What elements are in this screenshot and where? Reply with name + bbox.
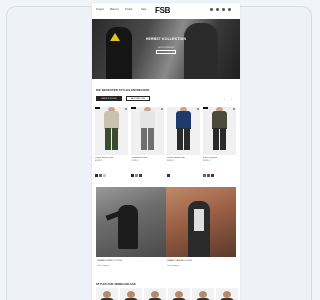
- model-leg: [105, 128, 111, 150]
- color-swatches: [167, 164, 200, 177]
- product-price: 69,95 €: [203, 160, 211, 162]
- model-head: [127, 291, 135, 298]
- product-image[interactable]: [167, 107, 200, 155]
- product-card[interactable]: Karo Overshirt 69,95 €: [203, 107, 236, 177]
- new-in-title: DIE NEUESTEN STYLES ENTDECKEN: [96, 88, 150, 92]
- lookbook-link[interactable]: Jetzt shoppen: [167, 265, 179, 267]
- swatch[interactable]: [167, 174, 170, 177]
- swatch[interactable]: [103, 174, 106, 177]
- hero-banner[interactable]: HERBST KOLLEKTION Jetzt entdecken: [92, 19, 240, 79]
- model-leg: [141, 128, 147, 150]
- model-leg: [220, 128, 226, 150]
- nav-link-kids[interactable]: Kinder: [125, 8, 133, 11]
- product-thumb[interactable]: [168, 288, 190, 300]
- model-head: [199, 291, 207, 298]
- hero-subtitle: Jetzt entdecken: [157, 46, 175, 49]
- product-price: 79,95 €: [131, 160, 139, 162]
- product-image[interactable]: [203, 107, 236, 155]
- product-name[interactable]: Cargo Shorts Olive: [95, 157, 128, 159]
- webpage: Frauen Männer Kinder Sale FSB HERBST KOL…: [92, 3, 240, 300]
- model-head: [175, 291, 183, 298]
- filter-bestseller[interactable]: BESTSELLER: [126, 96, 150, 101]
- swatch[interactable]: [139, 174, 142, 177]
- product-thumb[interactable]: [144, 288, 166, 300]
- new-badge: [95, 107, 100, 109]
- product-name[interactable]: Cargohose Grau: [131, 157, 164, 159]
- model-top: [176, 111, 191, 129]
- swatch[interactable]: [207, 174, 210, 177]
- model-leg: [213, 128, 219, 150]
- model-head: [151, 291, 159, 298]
- color-swatches: [95, 164, 128, 177]
- model-head: [223, 291, 231, 298]
- lookbook-tile-right[interactable]: [166, 187, 236, 257]
- wishlist-heart-icon[interactable]: [196, 108, 199, 111]
- model-top: [104, 111, 119, 129]
- model-leg: [112, 128, 118, 150]
- new-badge: [131, 107, 136, 109]
- product-image[interactable]: [131, 107, 164, 155]
- swatch[interactable]: [131, 174, 134, 177]
- model-leg: [177, 128, 183, 150]
- swatch[interactable]: [203, 174, 206, 177]
- model-leg: [184, 128, 190, 150]
- wishlist-heart-icon[interactable]: [232, 108, 235, 111]
- lookbook-caption[interactable]: URBAN STREET LOOKS: [97, 260, 122, 262]
- lookbook-caption[interactable]: SMART CASUAL LOOKS: [167, 260, 192, 262]
- new-badge: [203, 107, 208, 109]
- product-card[interactable]: Cargohose Grau 79,95 €: [131, 107, 164, 177]
- lookbook-link[interactable]: Jetzt shoppen: [97, 265, 109, 267]
- top-nav: Frauen Männer Kinder Sale FSB: [92, 3, 240, 19]
- bag-icon[interactable]: [228, 8, 231, 11]
- product-name[interactable]: Denim Hemd Blau: [167, 157, 200, 159]
- product-price: 59,95 €: [167, 160, 175, 162]
- product-card[interactable]: Denim Hemd Blau 59,95 €: [167, 107, 200, 177]
- model-head: [103, 291, 111, 298]
- product-card[interactable]: Cargo Shorts Olive 49,95 €: [95, 107, 128, 177]
- model-top: [212, 111, 227, 129]
- product-thumb[interactable]: [120, 288, 142, 300]
- hero-model-right: [184, 23, 218, 79]
- product-image[interactable]: [95, 107, 128, 155]
- color-swatches: [131, 164, 164, 177]
- carousel-prev-icon[interactable]: ‹: [224, 97, 225, 101]
- color-swatches: [203, 164, 236, 177]
- nav-link-men[interactable]: Männer: [110, 8, 119, 11]
- search-icon[interactable]: [210, 8, 213, 11]
- model-vest: [194, 209, 204, 231]
- lookbook-model: [118, 205, 138, 249]
- nav-link-sale[interactable]: Sale: [141, 8, 146, 11]
- hero-headline: HERBST KOLLEKTION: [145, 37, 187, 41]
- swatch[interactable]: [99, 174, 102, 177]
- bottom-section-title: STYLES FÜR JEDEN ANLASS: [96, 282, 136, 286]
- nav-link-women[interactable]: Frauen: [96, 8, 104, 11]
- product-name[interactable]: Karo Overshirt: [203, 157, 236, 159]
- model-leg: [148, 128, 154, 150]
- product-thumb[interactable]: [96, 288, 118, 300]
- product-thumb[interactable]: [192, 288, 214, 300]
- swatch[interactable]: [211, 174, 214, 177]
- carousel-next-icon[interactable]: ›: [231, 97, 232, 101]
- lookbook-tile-left[interactable]: [96, 187, 166, 257]
- hero-cta-button[interactable]: [156, 50, 176, 54]
- wishlist-heart-icon[interactable]: [160, 108, 163, 111]
- swatch[interactable]: [95, 174, 98, 177]
- heart-icon[interactable]: [216, 8, 219, 11]
- brand-logo[interactable]: FSB: [155, 6, 170, 15]
- user-icon[interactable]: [222, 8, 225, 11]
- wishlist-heart-icon[interactable]: [124, 108, 127, 111]
- model-top: [140, 111, 155, 129]
- swatch[interactable]: [135, 174, 138, 177]
- filter-new-styles[interactable]: NEUE STYLES: [96, 96, 122, 101]
- product-price: 49,95 €: [95, 160, 103, 162]
- warning-sign-icon: [110, 33, 120, 41]
- product-thumb[interactable]: [216, 288, 238, 300]
